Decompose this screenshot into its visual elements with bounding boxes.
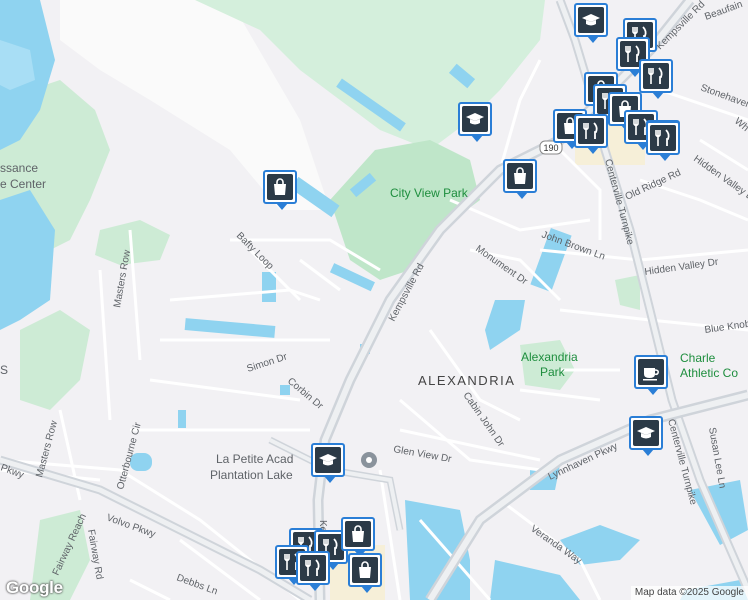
la-petite-academy-label-line2[interactable]: Plantation Lake [210,468,293,482]
shopping-marker[interactable] [503,159,537,199]
shopping-marker[interactable] [263,170,297,210]
graduation-cap-icon [462,106,488,132]
shopping-bag-icon [352,557,378,583]
renaissance-center-label-line2[interactable]: e Center [0,177,46,191]
fork-knife-icon [650,125,676,151]
restaurant-marker[interactable] [646,121,680,161]
alexandria-park-label-line1[interactable]: Alexandria [521,350,578,364]
charle-athletic-label-line2[interactable]: Athletic Co [680,366,738,380]
school-marker[interactable] [458,102,492,142]
map-canvas[interactable]: 190 City View Park Alexandria Park Charl… [0,0,748,600]
school-marker[interactable] [574,3,608,43]
charle-athletic-label-line1[interactable]: Charle [680,351,716,365]
shopping-marker[interactable] [341,517,375,557]
shopping-marker[interactable] [348,553,382,593]
left-edge-poi-label: S [0,363,8,377]
fork-knife-icon [578,118,604,144]
renaissance-center-label-line1[interactable]: ssance [0,161,38,175]
alexandria-park-label-line2[interactable]: Park [540,365,566,379]
map-attribution[interactable]: Map data ©2025 Google [630,586,748,600]
city-view-park-label[interactable]: City View Park [390,186,469,200]
shopping-bag-icon [267,174,293,200]
fork-knife-icon [300,555,326,581]
school-marker[interactable] [629,416,663,456]
graduation-cap-icon [578,7,604,33]
coffee-cup-icon [638,359,664,385]
restaurant-marker[interactable] [296,551,330,591]
graduation-cap-icon [633,420,659,446]
shopping-bag-icon [507,163,533,189]
route-190-label: 190 [543,143,558,153]
la-petite-academy-label-line1[interactable]: La Petite Acad [216,452,293,466]
fork-knife-icon [643,63,669,89]
restaurant-marker[interactable] [574,114,608,154]
school-marker[interactable] [311,443,345,483]
graduation-cap-icon [315,447,341,473]
water-pond-11 [178,410,186,428]
restaurant-marker[interactable] [639,59,673,99]
place-pin-icon[interactable] [361,452,377,468]
alexandria-area-label: ALEXANDRIA [418,373,515,388]
google-logo: Google [6,578,63,597]
water-pond-6 [262,272,276,302]
cafe-marker[interactable] [634,355,668,395]
shopping-bag-icon [345,521,371,547]
